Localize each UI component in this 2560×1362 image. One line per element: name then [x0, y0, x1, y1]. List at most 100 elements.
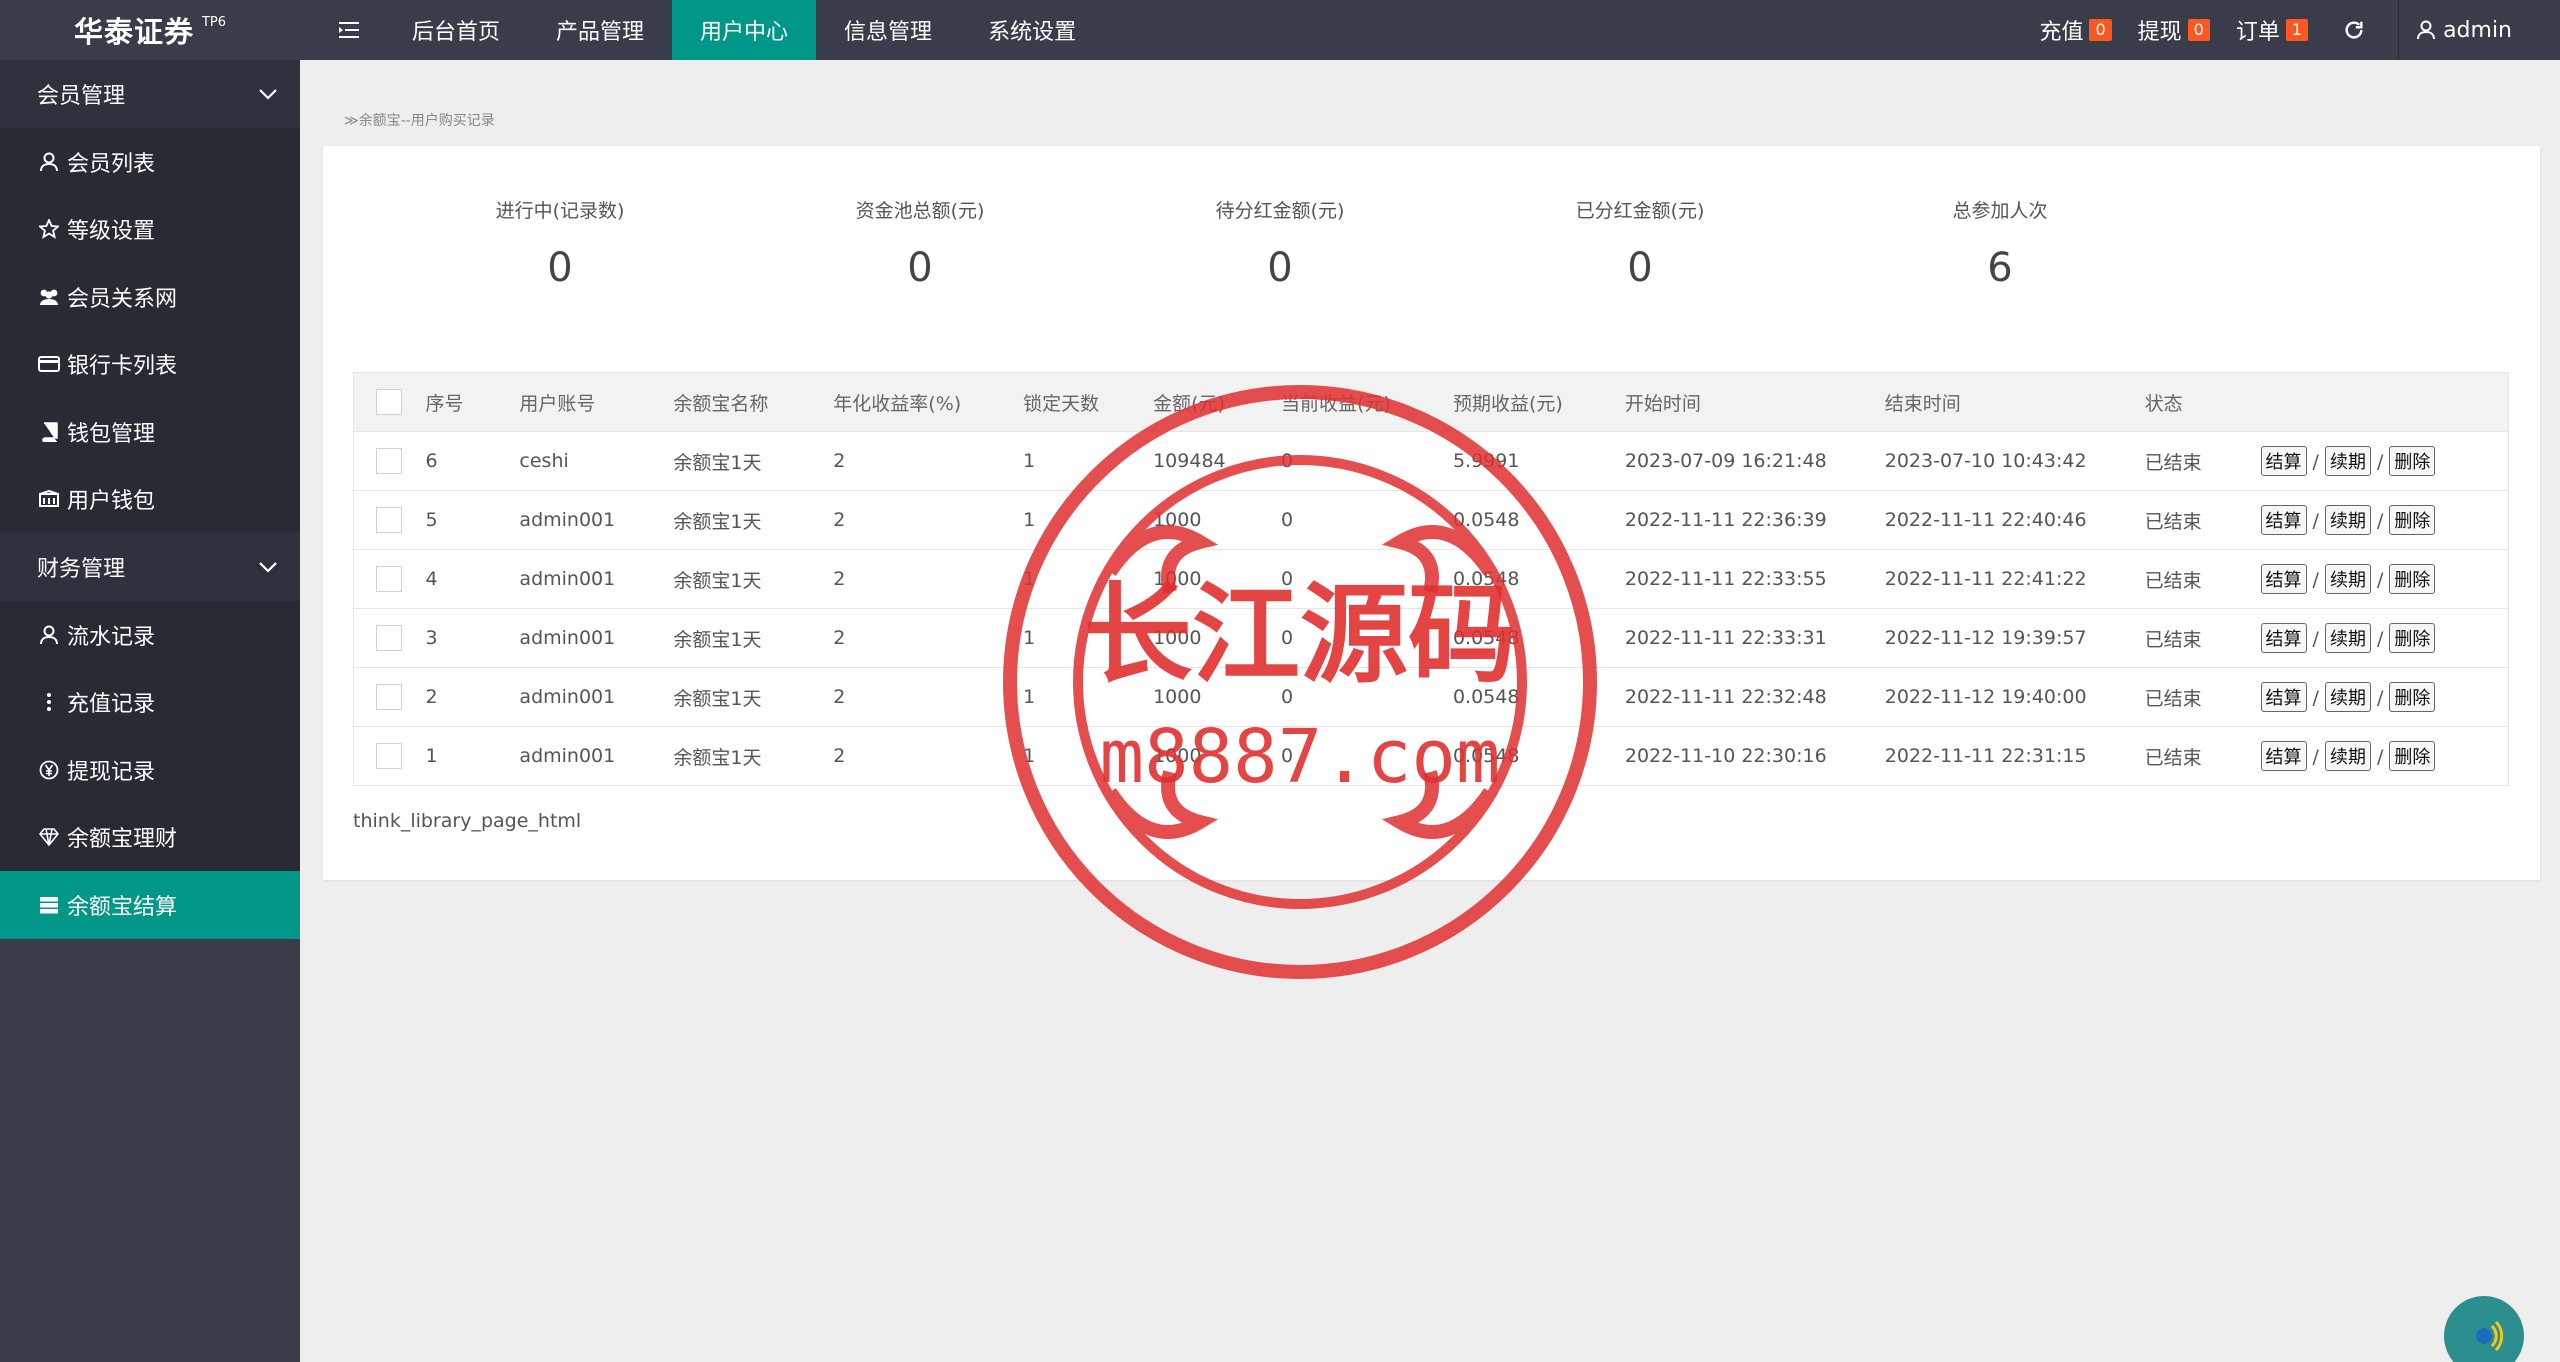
- row-actions: 结算 / 续期 / 删除: [2260, 667, 2509, 727]
- action-separator: /: [2376, 628, 2384, 650]
- column-header: 余额宝名称: [673, 372, 834, 432]
- sidebar-item-g1-4[interactable]: 钱包管理: [0, 398, 300, 466]
- refresh-icon[interactable]: [2334, 0, 2374, 60]
- table-cell: 4: [425, 549, 520, 609]
- action-separator: /: [2376, 569, 2384, 591]
- renew-button[interactable]: 续期: [2324, 505, 2371, 535]
- records-table: 序号 用户账号 余额宝名称 年化收益率(%) 锁定天数 金额(元) 当前收益(元) 预期收益(…: [353, 372, 2509, 786]
- table-cell: 0.0548: [1452, 490, 1625, 550]
- withdraw-badge: 0: [2187, 19, 2210, 41]
- table-cell: 0: [1281, 726, 1453, 786]
- nav-tab-0[interactable]: 后台首页: [384, 0, 528, 60]
- action-separator: /: [2376, 510, 2384, 532]
- nav-tab-3[interactable]: 信息管理: [816, 0, 960, 60]
- nav-tab-1[interactable]: 产品管理: [528, 0, 672, 60]
- table-cell: admin001: [519, 490, 674, 550]
- table-cell: 1000: [1153, 608, 1282, 668]
- row-checkbox[interactable]: [376, 566, 402, 592]
- stat-label: 待分红金额(元): [1215, 200, 1345, 222]
- row-select-cell: [353, 431, 426, 491]
- withdraw-label: 提现: [2137, 20, 2182, 45]
- sidebar-item-g2-1[interactable]: 充值记录: [0, 668, 300, 736]
- row-checkbox[interactable]: [376, 448, 402, 474]
- renew-button[interactable]: 续期: [2324, 564, 2371, 594]
- withdraw-link[interactable]: 提现 0: [2138, 14, 2210, 46]
- sidebar-item-g2-2[interactable]: 提现记录: [0, 736, 300, 804]
- app-logo[interactable]: 华泰证券 TP6: [0, 0, 300, 60]
- action-separator: /: [2312, 451, 2319, 473]
- row-actions: 结算 / 续期 / 删除: [2260, 726, 2509, 786]
- renew-button[interactable]: 续期: [2324, 623, 2371, 653]
- settle-button[interactable]: 结算: [2260, 505, 2307, 535]
- delete-button[interactable]: 删除: [2389, 505, 2436, 535]
- recharge-badge: 0: [2089, 19, 2112, 41]
- stat-item: 总参加人次 6: [1850, 196, 2150, 291]
- select-all-checkbox[interactable]: [376, 389, 402, 415]
- delete-button[interactable]: 删除: [2389, 564, 2436, 594]
- delete-button[interactable]: 删除: [2389, 446, 2436, 476]
- sidebar-item-label: 余额宝结算: [67, 894, 178, 920]
- delete-button[interactable]: 删除: [2389, 741, 2436, 771]
- sidebar-group-member[interactable]: 会员管理: [0, 60, 300, 128]
- settle-button[interactable]: 结算: [2260, 564, 2307, 594]
- user-icon: [37, 623, 61, 647]
- action-separator: /: [2312, 746, 2319, 768]
- table-cell: 已结束: [2144, 431, 2261, 491]
- sidebar-item-g1-2[interactable]: 会员关系网: [0, 263, 300, 331]
- table-cell: 0: [1281, 549, 1453, 609]
- nav-tab-2[interactable]: 用户中心: [672, 0, 817, 60]
- sidebar-item-label: 银行卡列表: [67, 354, 178, 380]
- settle-button[interactable]: 结算: [2260, 741, 2307, 771]
- row-select-cell: [353, 726, 426, 786]
- sidebar-item-g2-3[interactable]: 余额宝理财: [0, 803, 300, 871]
- sidebar-group-label: 会员管理: [37, 84, 126, 109]
- table-cell: admin001: [519, 667, 674, 727]
- table-cell: 0: [1281, 490, 1453, 550]
- delete-button[interactable]: 删除: [2389, 682, 2436, 712]
- nav-tab-4[interactable]: 系统设置: [960, 0, 1104, 60]
- row-checkbox[interactable]: [376, 625, 402, 651]
- sidebar-item-g1-1[interactable]: 等级设置: [0, 195, 300, 263]
- row-checkbox[interactable]: [376, 684, 402, 710]
- renew-button[interactable]: 续期: [2324, 682, 2371, 712]
- sidebar-group-finance[interactable]: 财务管理: [0, 533, 300, 601]
- settle-button[interactable]: 结算: [2260, 446, 2307, 476]
- delete-button[interactable]: 删除: [2389, 623, 2436, 653]
- action-separator: /: [2312, 569, 2319, 591]
- header-divider: [2398, 0, 2400, 60]
- table-cell: 2022-11-11 22:32:48: [1624, 667, 1885, 727]
- sidebar-item-g2-4[interactable]: 余额宝结算: [0, 871, 300, 939]
- row-checkbox[interactable]: [376, 743, 402, 769]
- table-cell: 0: [1281, 608, 1453, 668]
- menu-toggle-icon[interactable]: [320, 0, 380, 60]
- sidebar-item-g1-5[interactable]: 用户钱包: [0, 465, 300, 533]
- chevron-down-icon: [259, 89, 277, 100]
- action-separator: /: [2376, 746, 2384, 768]
- table-cell: 2022-11-12 19:39:57: [1884, 608, 2145, 668]
- sidebar-item-label: 等级设置: [67, 219, 156, 245]
- sidebar: 会员管理 会员列表等级设置会员关系网银行卡列表钱包管理 用户钱包 财务管理 流水记…: [0, 60, 300, 1362]
- sidebar-item-g1-0[interactable]: 会员列表: [0, 128, 300, 196]
- renew-button[interactable]: 续期: [2324, 741, 2371, 771]
- settle-button[interactable]: 结算: [2260, 682, 2307, 712]
- stat-label: 已分红金额(元): [1575, 200, 1705, 222]
- stat-item: 待分红金额(元) 0: [1130, 196, 1430, 291]
- row-checkbox[interactable]: [376, 507, 402, 533]
- sidebar-item-g2-0[interactable]: 流水记录: [0, 601, 300, 669]
- recharge-link[interactable]: 充值 0: [2039, 14, 2112, 46]
- table-cell: 5: [425, 490, 520, 550]
- sidebar-item-label: 充值记录: [67, 692, 156, 718]
- table-cell: 1000: [1153, 726, 1282, 786]
- sidebar-item-g1-3[interactable]: 银行卡列表: [0, 330, 300, 398]
- stat-value: 0: [1627, 245, 1653, 291]
- top-header: 华泰证券 TP6 后台首页 产品管理 用户中心 信息管理 系统设置 充值 0 提现 0 …: [0, 0, 2560, 60]
- order-link[interactable]: 订单 1: [2236, 14, 2309, 46]
- user-menu[interactable]: admin: [2417, 18, 2512, 43]
- settle-button[interactable]: 结算: [2260, 623, 2307, 653]
- float-assistant-button[interactable]: [2444, 1296, 2524, 1362]
- table-cell: 已结束: [2144, 549, 2261, 609]
- table-cell: 1: [425, 726, 520, 786]
- table-row: 3 admin001 余额宝1天 2 1 1000 0 0.0548 2022-11-11 22…: [353, 608, 2509, 668]
- table-cell: 2022-11-12 19:40:00: [1884, 667, 2145, 727]
- renew-button[interactable]: 续期: [2324, 446, 2371, 476]
